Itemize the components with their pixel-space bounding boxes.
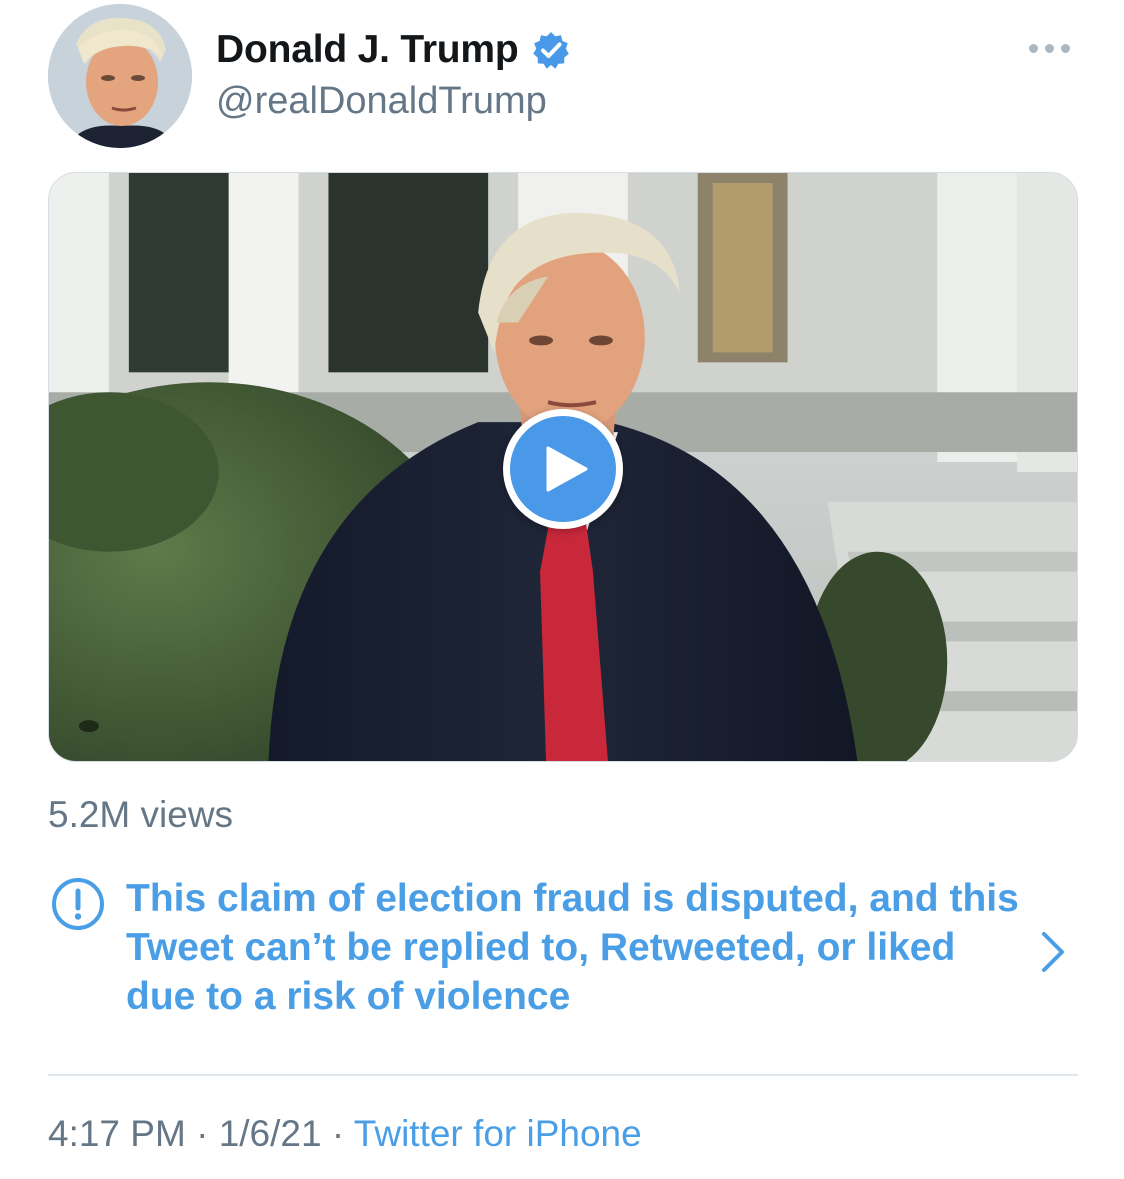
author-name-row[interactable]: Donald J. Trump	[216, 26, 571, 74]
verified-badge-icon	[532, 32, 569, 69]
exclamation-circle-icon	[50, 876, 106, 932]
chevron-right-icon[interactable]	[1038, 930, 1068, 974]
tweet-detail: Donald J. Trump @realDonaldTrump 5.2M vi…	[0, 0, 1124, 1179]
more-dot	[1029, 44, 1038, 53]
video-player[interactable]	[48, 172, 1078, 762]
view-count: 5.2M views	[48, 794, 234, 835]
meta-separator: ·	[331, 1113, 345, 1154]
more-dot	[1045, 44, 1054, 53]
tweet-date: 1/6/21	[218, 1113, 322, 1154]
divider	[48, 1074, 1078, 1076]
play-icon	[546, 446, 588, 492]
more-dots-icon[interactable]	[1027, 40, 1072, 57]
avatar-image	[48, 4, 192, 148]
disputed-claim-notice[interactable]: This claim of election fraud is disputed…	[48, 872, 1078, 1022]
play-button[interactable]	[503, 409, 623, 529]
meta-separator: ·	[196, 1113, 209, 1154]
avatar[interactable]	[48, 4, 192, 148]
more-dot	[1061, 44, 1070, 53]
author-handle[interactable]: @realDonaldTrump	[216, 80, 547, 123]
tweet-time: 4:17 PM	[48, 1113, 186, 1154]
notice-text[interactable]: This claim of election fraud is disputed…	[126, 874, 1026, 1021]
author-display-name[interactable]: Donald J. Trump	[216, 28, 519, 72]
play-button-fill	[510, 416, 616, 522]
tweet-source-link[interactable]: Twitter for iPhone	[354, 1113, 642, 1154]
tweet-meta: 4:17 PM · 1/6/21 · Twitter for iPhone	[48, 1113, 642, 1155]
